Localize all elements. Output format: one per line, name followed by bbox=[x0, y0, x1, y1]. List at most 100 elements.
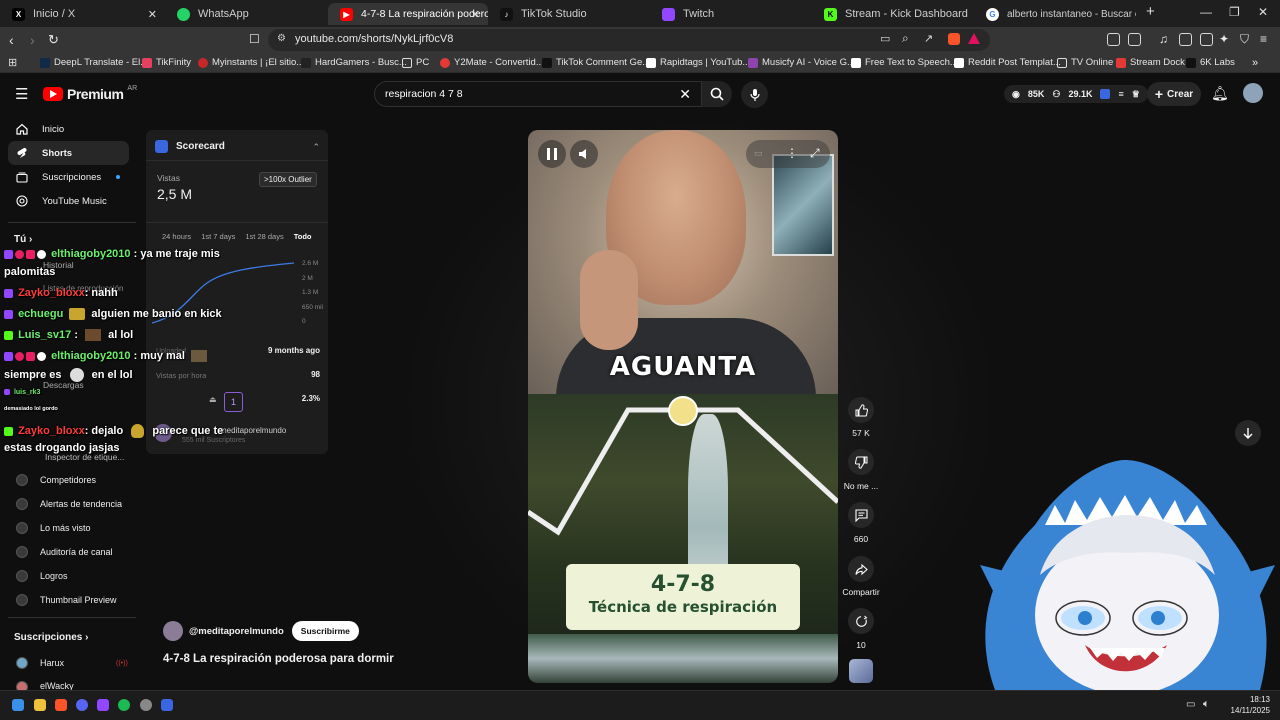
extension-icon[interactable] bbox=[1128, 33, 1141, 46]
file-explorer-icon[interactable] bbox=[34, 699, 46, 711]
bookmark-item[interactable]: TikTok Comment Ge... bbox=[542, 57, 650, 68]
pin-icon[interactable]: ⏏ bbox=[209, 395, 217, 404]
bookmark-item[interactable]: HardGamers - Busc... bbox=[301, 57, 407, 68]
youtube-premium-logo[interactable]: Premium AR bbox=[43, 85, 137, 102]
subscription-item[interactable]: elWacky bbox=[16, 681, 74, 690]
close-tab-icon[interactable]: ✕ bbox=[471, 8, 480, 21]
period-tab[interactable]: Todo bbox=[294, 232, 312, 241]
share-button[interactable] bbox=[848, 556, 874, 582]
sidebar-item-suscripciones[interactable]: Suscripciones bbox=[8, 165, 129, 189]
avatar[interactable] bbox=[163, 621, 183, 641]
apps-grid-icon[interactable]: ⊞ bbox=[8, 56, 17, 69]
spotify-icon[interactable] bbox=[118, 699, 130, 711]
create-button[interactable]: + Crear bbox=[1147, 82, 1201, 106]
short-video-player[interactable]: AGUANTA ▭ ⋮ ⤢ 4-7-8 Técnica de respiraci… bbox=[528, 130, 838, 683]
next-short-button[interactable] bbox=[1235, 420, 1261, 446]
subscribe-button[interactable]: Suscribirme bbox=[291, 621, 359, 641]
page-badge[interactable]: 1 bbox=[224, 392, 243, 412]
discord-icon[interactable] bbox=[76, 699, 88, 711]
period-tab[interactable]: 24 hours bbox=[162, 232, 191, 241]
brave-browser-icon[interactable] bbox=[55, 699, 67, 711]
hamburger-menu-icon[interactable]: ☰ bbox=[15, 85, 28, 103]
notifications-bell-icon[interactable]: 🔔︎ bbox=[1211, 85, 1229, 102]
bookmark-item[interactable]: Musicfy AI - Voice G... bbox=[748, 57, 855, 68]
bookmark-item[interactable]: 6K Labs bbox=[1186, 57, 1235, 68]
sidebar-item-competidores[interactable]: Competidores bbox=[16, 474, 96, 486]
bookmark-item[interactable]: Reddit Post Templat... bbox=[954, 57, 1061, 68]
sound-thumbnail[interactable] bbox=[849, 659, 873, 683]
subscriptions-section-header[interactable]: Suscripciones › bbox=[14, 632, 88, 643]
url-field[interactable]: ⚙ youtube.com/shorts/NykLjrf0cV8 ▭ ⌕ ↗ bbox=[268, 29, 990, 51]
tab-twitch[interactable]: Twitch bbox=[650, 3, 812, 25]
sidebar-item-youtube-music[interactable]: YouTube Music bbox=[8, 189, 129, 213]
search-input[interactable]: respiracion 4 7 8 ✕ bbox=[374, 81, 702, 107]
bookmark-item[interactable]: DeepL Translate - El... bbox=[40, 57, 148, 68]
avatar[interactable] bbox=[1243, 83, 1263, 103]
clear-search-icon[interactable]: ✕ bbox=[679, 86, 691, 103]
zoom-icon[interactable]: ⌕ bbox=[902, 31, 909, 46]
collapse-chevron-icon[interactable]: ⌃ bbox=[312, 142, 320, 153]
period-tab[interactable]: 1st 7 days bbox=[201, 232, 235, 241]
volume-tray-icon[interactable]: 🔈︎ bbox=[1203, 698, 1210, 711]
brave-shield-icon[interactable] bbox=[948, 33, 960, 45]
fullscreen-icon[interactable]: ⤢ bbox=[810, 146, 820, 161]
sidebar-item-auditoria[interactable]: Auditoría de canal bbox=[16, 546, 113, 558]
minimize-icon[interactable]: — bbox=[1200, 5, 1212, 19]
sidebar-toggle-icon[interactable] bbox=[1179, 33, 1192, 46]
sidebar-item-inicio[interactable]: Inicio bbox=[8, 117, 129, 141]
period-tab[interactable]: 1st 28 days bbox=[245, 232, 283, 241]
sidebar-item-thumbnail-preview[interactable]: Thumbnail Preview bbox=[16, 594, 117, 606]
like-button[interactable] bbox=[848, 397, 874, 423]
search-button[interactable] bbox=[702, 81, 732, 107]
sidebar-item-logros[interactable]: Logros bbox=[16, 570, 68, 582]
rewards-icon[interactable] bbox=[968, 33, 980, 44]
bookmark-item[interactable]: PC bbox=[402, 57, 429, 68]
sidebar-item-lo-mas-visto[interactable]: Lo más visto bbox=[16, 522, 91, 534]
tab-whatsapp[interactable]: WhatsApp bbox=[165, 3, 328, 25]
ai-icon[interactable]: ✦ bbox=[1219, 32, 1229, 46]
reload-icon[interactable]: ↻ bbox=[48, 32, 59, 48]
cast-icon[interactable]: ▭ bbox=[880, 32, 890, 45]
pause-button[interactable] bbox=[538, 140, 566, 168]
comments-button[interactable] bbox=[848, 502, 874, 528]
bookmark-item[interactable]: Rapidtags | YouTub... bbox=[646, 57, 750, 68]
share-page-icon[interactable]: ↗ bbox=[924, 32, 933, 45]
forward-icon[interactable]: › bbox=[30, 32, 35, 48]
bookmark-item[interactable]: Stream Dock bbox=[1116, 57, 1185, 68]
subscription-item[interactable]: Harux ((•)) bbox=[16, 657, 128, 669]
system-clock[interactable]: 18:13 14/11/2025 bbox=[1226, 694, 1270, 716]
tab-google[interactable]: G alberto instantaneo - Buscar con Go bbox=[974, 3, 1136, 25]
bookmark-item[interactable]: Free Text to Speech... bbox=[851, 57, 958, 68]
more-bookmarks-icon[interactable]: » bbox=[1252, 57, 1258, 69]
extension-icon[interactable] bbox=[1107, 33, 1120, 46]
bookmark-item[interactable]: TikFinity bbox=[142, 57, 191, 68]
captions-icon[interactable]: ▭ bbox=[754, 148, 763, 159]
bookmark-item[interactable]: TV Online bbox=[1057, 57, 1113, 68]
app-icon[interactable] bbox=[161, 699, 173, 711]
channel-handle[interactable]: @meditaporelmundo bbox=[189, 626, 284, 637]
windows-start-icon[interactable] bbox=[12, 699, 24, 711]
bookmark-item[interactable]: Y2Mate - Convertid... bbox=[440, 57, 544, 68]
voice-search-button[interactable] bbox=[741, 81, 768, 108]
maximize-icon[interactable]: ❐ bbox=[1229, 5, 1240, 19]
app-icon[interactable] bbox=[97, 699, 109, 711]
tab-kick[interactable]: K Stream - Kick Dashboard bbox=[812, 3, 974, 25]
bookmark-item[interactable]: Myinstants | ¡El sitio... bbox=[198, 57, 304, 68]
channel-stats-pill[interactable]: ◉ 85K ⚇ 29.1K ≡ ♕ bbox=[1004, 85, 1148, 103]
you-section-header[interactable]: Tú › bbox=[14, 234, 32, 245]
more-options-icon[interactable]: ⋮ bbox=[786, 146, 798, 160]
site-info-icon[interactable]: ⚙ bbox=[277, 33, 286, 44]
back-icon[interactable]: ‹ bbox=[9, 32, 14, 48]
dislike-button[interactable] bbox=[848, 449, 874, 475]
bookmark-icon[interactable]: ☐ bbox=[249, 32, 260, 46]
close-tab-icon[interactable]: ✕ bbox=[148, 8, 157, 21]
sidebar-item-shorts[interactable]: Shorts bbox=[8, 141, 129, 165]
remix-button[interactable] bbox=[848, 608, 874, 634]
tab-tiktok[interactable]: ♪ TikTok Studio bbox=[488, 3, 650, 25]
new-tab-icon[interactable]: + bbox=[1146, 3, 1155, 20]
close-window-icon[interactable]: ✕ bbox=[1258, 5, 1268, 19]
tab-x[interactable]: X Inicio / X ✕ bbox=[0, 3, 165, 25]
vpn-shield-icon[interactable]: ⛉ bbox=[1240, 32, 1249, 47]
volume-button[interactable] bbox=[570, 140, 598, 168]
obs-icon[interactable] bbox=[140, 699, 152, 711]
